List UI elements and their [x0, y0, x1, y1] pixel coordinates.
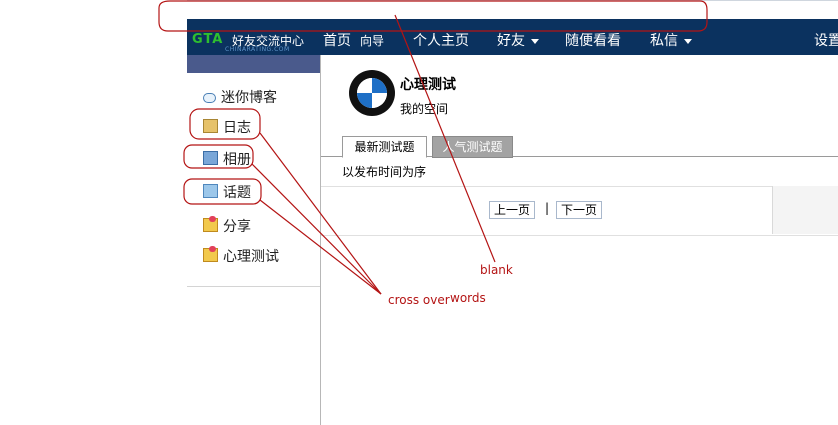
annotation-top-outline: [158, 0, 708, 32]
annotation-album-outline: [183, 144, 254, 169]
annotation-topic-outline: [183, 178, 262, 205]
annotation-journal-outline: [189, 108, 261, 140]
annotation-words-label: words: [450, 291, 486, 305]
annotation-overlay: [158, 0, 708, 295]
annotation-pointer-blank: [394, 14, 496, 263]
annotation-pointer-album: [251, 163, 382, 295]
annotation-blank-label: blank: [480, 263, 513, 277]
annotation-cross-over-label: cross over: [388, 293, 450, 307]
